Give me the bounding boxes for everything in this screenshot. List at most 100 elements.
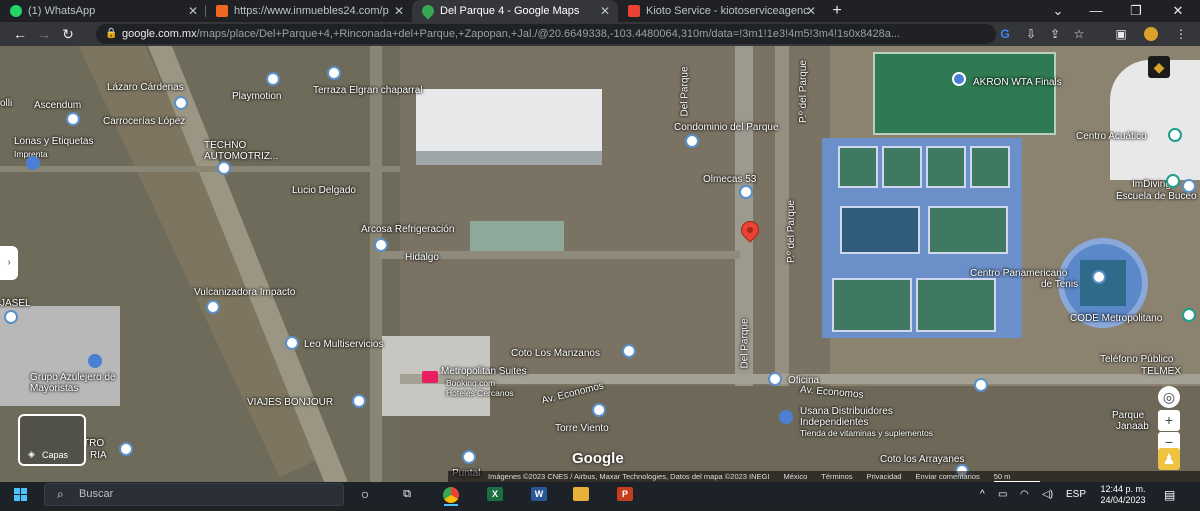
map-label[interactable]: Condominio del Parque	[674, 122, 779, 133]
place-pin-icon[interactable]	[266, 72, 280, 86]
place-pin-icon[interactable]	[1182, 308, 1196, 322]
map-label[interactable]: Coto Los Manzanos	[511, 348, 600, 359]
system-clock[interactable]: 12:44 p. m. 24/04/2023	[1093, 483, 1153, 506]
place-pin-icon[interactable]	[1182, 179, 1196, 193]
map-label[interactable]: Arcosa Refrigeración	[361, 224, 454, 235]
scale-bar[interactable]: 50 m	[993, 472, 1041, 482]
expand-side-panel-button[interactable]: ›	[0, 246, 18, 280]
place-pin-icon[interactable]	[327, 66, 341, 80]
shop-pin-icon[interactable]	[88, 354, 102, 368]
language-indicator[interactable]: ESP	[1066, 483, 1086, 507]
account-badge-icon[interactable]: ◆	[1148, 56, 1170, 78]
excel-taskbar-icon[interactable]: X	[480, 483, 510, 507]
close-tab-icon[interactable]: ✕	[600, 0, 610, 22]
place-pin-icon[interactable]	[739, 185, 753, 199]
show-hidden-icons[interactable]: ^	[980, 483, 985, 507]
place-pin-icon[interactable]	[768, 372, 782, 386]
privacy-link[interactable]: Privacidad	[867, 472, 902, 481]
file-explorer-icon[interactable]	[566, 483, 596, 507]
map-label[interactable]: Carrocerías López	[103, 116, 185, 127]
map-label[interactable]: Grupo Azulejero de Mayoristas	[30, 372, 120, 394]
tab-google-maps[interactable]: Del Parque 4 - Google Maps ✕	[412, 0, 618, 22]
layers-button[interactable]: ◈ Capas	[18, 414, 86, 466]
sports-pin-icon[interactable]	[952, 72, 966, 86]
google-lens-icon[interactable]: G	[994, 22, 1016, 46]
place-pin-icon[interactable]	[206, 300, 220, 314]
zoom-in-button[interactable]: +	[1158, 410, 1180, 431]
tab-gmail[interactable]: Kioto Service - kiotoserviceagenc ✕	[618, 0, 824, 22]
shop-pin-icon[interactable]	[26, 156, 40, 170]
map-label[interactable]: Playmotion	[232, 91, 281, 102]
shop-pin-icon[interactable]	[779, 410, 793, 424]
place-pin-icon[interactable]	[66, 112, 80, 126]
tab-inmuebles24[interactable]: https://www.inmuebles24.com/p ✕	[206, 0, 412, 22]
region-link[interactable]: México	[783, 472, 807, 481]
map-label[interactable]: Teléfono Público	[1100, 354, 1173, 365]
place-pin-icon[interactable]	[1092, 270, 1106, 284]
forward-button[interactable]: →	[32, 22, 56, 46]
network-icon[interactable]: ▭	[998, 483, 1007, 507]
reload-button[interactable]: ↻	[56, 22, 80, 46]
map-label[interactable]: Terraza Elgran chaparral	[313, 85, 423, 96]
place-pin-icon[interactable]	[4, 310, 18, 324]
taskbar-search-box[interactable]: ⌕ Buscar	[44, 483, 344, 506]
tab-search-icon[interactable]: ⌄	[1038, 0, 1078, 22]
cortana-icon[interactable]: ○	[350, 483, 380, 507]
map-label[interactable]: CODE Metropolitano	[1070, 313, 1162, 324]
place-pin-icon[interactable]	[1166, 174, 1180, 188]
profile-avatar[interactable]	[1140, 22, 1162, 46]
place-pin-icon[interactable]	[352, 394, 366, 408]
restore-button[interactable]: ❐	[1116, 0, 1156, 22]
map-label[interactable]: Ascendum	[34, 100, 81, 111]
close-tab-icon[interactable]: ✕	[394, 0, 404, 22]
map-label[interactable]: Torre Viento	[555, 423, 609, 434]
hotel-pin-icon[interactable]	[422, 371, 438, 383]
notification-center-icon[interactable]: ▤	[1164, 483, 1175, 507]
place-pin-icon[interactable]	[462, 450, 476, 464]
new-tab-button[interactable]: +	[824, 0, 850, 22]
place-pin-icon[interactable]	[1168, 128, 1182, 142]
bookmark-star-icon[interactable]: ☆	[1068, 22, 1090, 46]
map-label[interactable]: Leo Multiservicios	[304, 339, 383, 350]
pegman-street-view-icon[interactable]: ♟	[1158, 448, 1180, 470]
map-label[interactable]: VIAJES BONJOUR	[247, 397, 333, 408]
address-bar[interactable]: 🔒 google.com.mx/maps/place/Del+Parque+4,…	[96, 24, 996, 44]
map-label[interactable]: AKRON WTA Finals	[973, 77, 1062, 88]
word-taskbar-icon[interactable]: W	[524, 483, 554, 507]
wifi-icon[interactable]: ◠	[1020, 483, 1029, 507]
map-label[interactable]: Vulcanizadora Impacto	[194, 287, 295, 298]
map-canvas[interactable]: Lázaro Cárdenas Ascendum olli Playmotion…	[0, 46, 1200, 482]
map-label[interactable]: Olmecas 53	[703, 174, 756, 185]
map-label[interactable]: Centro Acuático	[1076, 131, 1147, 142]
map-label[interactable]: Lázaro Cárdenas	[107, 82, 184, 93]
close-window-button[interactable]: ✕	[1158, 0, 1198, 22]
close-tab-icon[interactable]: ✕	[188, 0, 198, 22]
chrome-taskbar-icon[interactable]	[436, 483, 466, 507]
task-view-icon[interactable]: ⧉	[392, 483, 422, 507]
volume-icon[interactable]: ◁)	[1042, 483, 1053, 507]
place-pin-icon[interactable]	[622, 344, 636, 358]
place-pin-icon[interactable]	[592, 403, 606, 417]
menu-kebab-icon[interactable]: ⋮	[1170, 22, 1192, 46]
place-pin-icon[interactable]	[217, 161, 231, 175]
back-button[interactable]: ←	[8, 22, 32, 46]
place-pin-icon[interactable]	[119, 442, 133, 456]
windows-start-icon[interactable]	[14, 488, 28, 502]
share-icon[interactable]: ⇪	[1044, 22, 1066, 46]
map-label[interactable]: TECHNO AUTOMOTRIZ...	[204, 140, 294, 162]
map-label[interactable]: Parque	[1112, 410, 1144, 421]
my-location-button[interactable]: ◎	[1158, 386, 1180, 408]
terms-link[interactable]: Términos	[821, 472, 852, 481]
powerpoint-taskbar-icon[interactable]: P	[610, 483, 640, 507]
close-tab-icon[interactable]: ✕	[806, 0, 816, 22]
map-label[interactable]: Usana Distribuidores	[800, 406, 893, 417]
install-app-icon[interactable]: ⇩	[1020, 22, 1042, 46]
map-label[interactable]: Coto los Arrayanes	[880, 454, 965, 465]
place-pin-icon[interactable]	[285, 336, 299, 350]
place-pin-icon[interactable]	[174, 96, 188, 110]
place-pin-icon[interactable]	[685, 134, 699, 148]
map-label[interactable]: Centro Panamericano	[970, 268, 1067, 279]
lock-icon[interactable]: 🔒	[105, 24, 117, 44]
map-label[interactable]: Lonas y Etiquetas	[14, 136, 94, 147]
map-label[interactable]: Metropolitan Suites	[441, 366, 527, 377]
